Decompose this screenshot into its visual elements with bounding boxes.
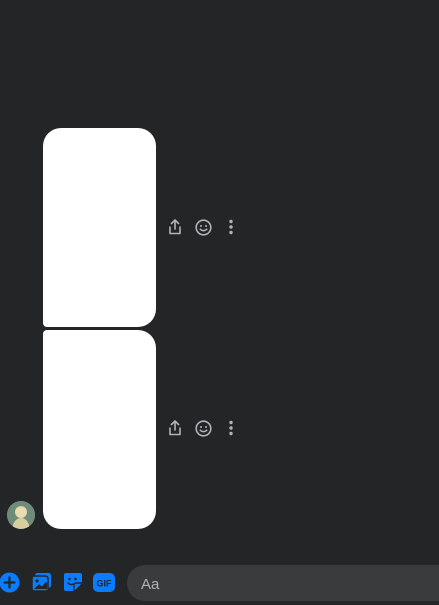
share-icon[interactable]	[166, 218, 184, 236]
photo-icon[interactable]	[30, 571, 52, 593]
emoji-reaction-icon[interactable]	[194, 419, 212, 437]
add-icon[interactable]	[0, 571, 20, 593]
emoji-reaction-icon[interactable]	[194, 218, 212, 236]
sticker-icon[interactable]	[62, 571, 84, 593]
more-options-icon[interactable]	[222, 218, 240, 236]
share-icon[interactable]	[166, 419, 184, 437]
message-bubble[interactable]	[43, 330, 156, 529]
composer: GIF	[0, 560, 439, 605]
message-input[interactable]	[139, 565, 439, 603]
more-options-icon[interactable]	[222, 419, 240, 437]
message-actions	[166, 419, 240, 437]
message-bubble[interactable]	[43, 128, 156, 327]
message-actions	[166, 218, 240, 236]
gif-label: GIF	[97, 578, 113, 588]
avatar[interactable]	[7, 501, 35, 529]
gif-icon[interactable]: GIF	[93, 571, 115, 593]
message-input-container[interactable]	[127, 565, 439, 603]
